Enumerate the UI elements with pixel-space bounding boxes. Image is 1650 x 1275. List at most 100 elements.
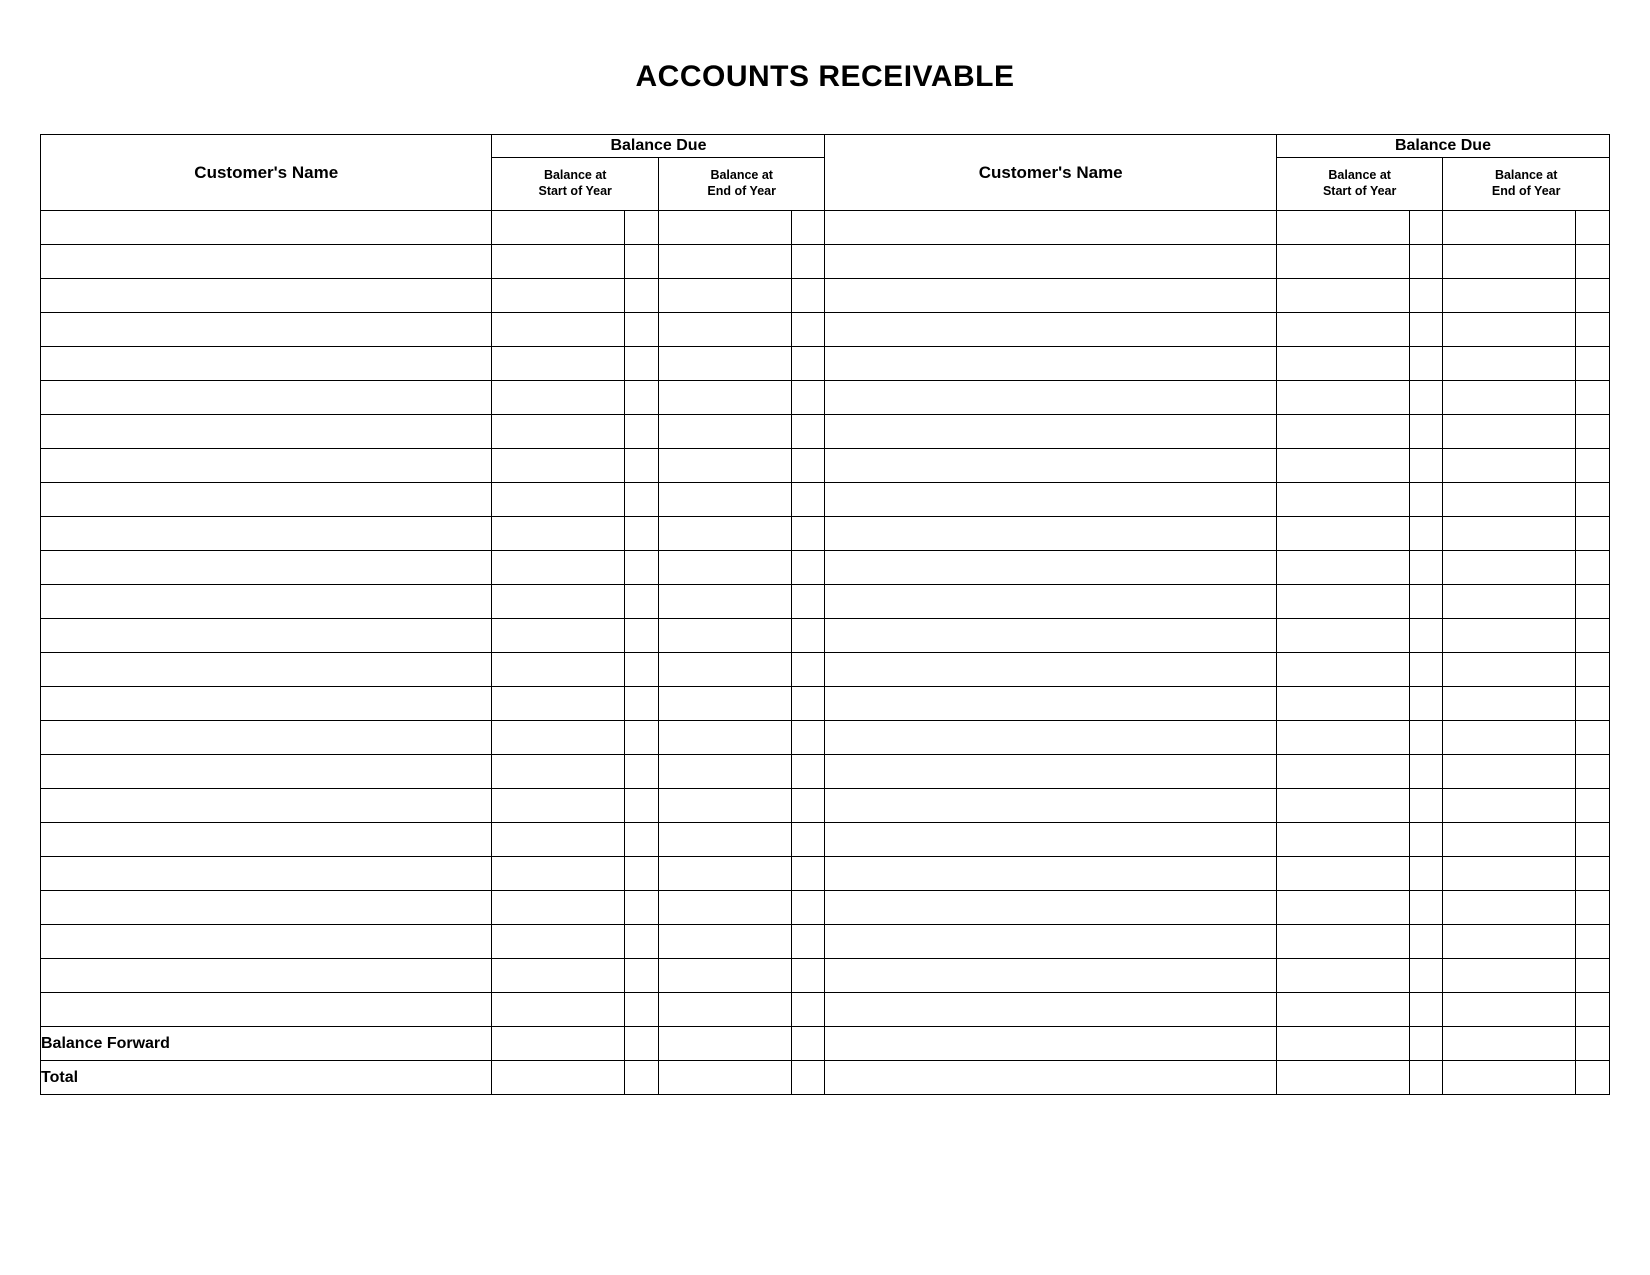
table-cell xyxy=(1443,347,1576,381)
table-cell xyxy=(791,279,825,313)
table-cell xyxy=(492,653,625,687)
table-cell xyxy=(791,245,825,279)
table-cell xyxy=(625,789,659,823)
table-cell xyxy=(658,755,791,789)
table-cell xyxy=(825,415,1276,449)
table-cell xyxy=(1576,687,1610,721)
table-cell xyxy=(825,687,1276,721)
table-cell xyxy=(1276,721,1409,755)
total-end-cents-right xyxy=(1576,1061,1610,1095)
table-cell xyxy=(1409,585,1443,619)
table-cell xyxy=(1409,517,1443,551)
balance-forward-start-cents-right xyxy=(1409,1027,1443,1061)
table-cell xyxy=(1409,347,1443,381)
table-cell xyxy=(1276,483,1409,517)
total-start-amt-right xyxy=(1276,1061,1409,1095)
table-cell xyxy=(492,993,625,1027)
table-cell xyxy=(658,517,791,551)
table-row xyxy=(41,687,1610,721)
page-title: ACCOUNTS RECEIVABLE xyxy=(40,60,1610,94)
table-cell xyxy=(1409,483,1443,517)
col-header-end-line1-r: Balance at xyxy=(1495,168,1558,182)
col-header-start-line2-r: Start of Year xyxy=(1323,184,1396,198)
table-cell xyxy=(1576,347,1610,381)
table-cell xyxy=(492,347,625,381)
col-header-end-right: Balance at End of Year xyxy=(1443,158,1610,211)
table-cell xyxy=(825,891,1276,925)
table-cell xyxy=(791,959,825,993)
table-cell xyxy=(791,347,825,381)
table-cell xyxy=(625,381,659,415)
table-cell xyxy=(1576,857,1610,891)
table-cell xyxy=(492,619,625,653)
table-cell xyxy=(1409,211,1443,245)
table-cell xyxy=(492,755,625,789)
table-cell xyxy=(492,823,625,857)
table-cell xyxy=(41,891,492,925)
table-cell xyxy=(1276,925,1409,959)
table-cell xyxy=(1576,721,1610,755)
table-cell xyxy=(1443,721,1576,755)
table-cell xyxy=(791,619,825,653)
table-cell xyxy=(1443,891,1576,925)
table-cell xyxy=(791,687,825,721)
col-header-start-left: Balance at Start of Year xyxy=(492,158,658,211)
table-cell xyxy=(1409,279,1443,313)
table-cell xyxy=(1276,823,1409,857)
table-row xyxy=(41,313,1610,347)
table-cell xyxy=(492,585,625,619)
balance-forward-end-cents-left xyxy=(791,1027,825,1061)
table-cell xyxy=(1443,211,1576,245)
table-cell xyxy=(41,551,492,585)
table-cell xyxy=(825,789,1276,823)
table-cell xyxy=(1276,517,1409,551)
table-row xyxy=(41,211,1610,245)
table-cell xyxy=(825,619,1276,653)
table-cell xyxy=(658,789,791,823)
table-cell xyxy=(1576,993,1610,1027)
table-cell xyxy=(41,381,492,415)
table-cell xyxy=(1443,823,1576,857)
table-cell xyxy=(1409,721,1443,755)
table-row xyxy=(41,959,1610,993)
table-cell xyxy=(1276,313,1409,347)
col-header-balance-due-right: Balance Due xyxy=(1276,135,1609,158)
balance-forward-start-cents-left xyxy=(625,1027,659,1061)
table-cell xyxy=(1576,245,1610,279)
label-balance-forward: Balance Forward xyxy=(41,1027,492,1061)
table-cell xyxy=(658,449,791,483)
table-cell xyxy=(1443,551,1576,585)
table-cell xyxy=(825,517,1276,551)
table-cell xyxy=(791,925,825,959)
table-cell xyxy=(1443,925,1576,959)
table-cell xyxy=(658,279,791,313)
table-cell xyxy=(658,857,791,891)
table-cell xyxy=(1276,959,1409,993)
col-header-start-line1-r: Balance at xyxy=(1328,168,1391,182)
table-cell xyxy=(1443,857,1576,891)
table-cell xyxy=(41,789,492,823)
table-cell xyxy=(625,823,659,857)
table-cell xyxy=(791,381,825,415)
table-cell xyxy=(658,347,791,381)
table-cell xyxy=(658,415,791,449)
table-cell xyxy=(1276,857,1409,891)
table-cell xyxy=(658,959,791,993)
table-cell xyxy=(658,925,791,959)
table-cell xyxy=(658,551,791,585)
table-cell xyxy=(791,415,825,449)
table-cell xyxy=(492,483,625,517)
table-cell xyxy=(658,993,791,1027)
table-cell xyxy=(1409,415,1443,449)
table-cell xyxy=(625,619,659,653)
table-cell xyxy=(1276,347,1409,381)
table-cell xyxy=(825,483,1276,517)
table-cell xyxy=(658,891,791,925)
label-total: Total xyxy=(41,1061,492,1095)
table-cell xyxy=(658,313,791,347)
table-cell xyxy=(1576,415,1610,449)
table-cell xyxy=(1576,619,1610,653)
table-cell xyxy=(825,449,1276,483)
table-row xyxy=(41,585,1610,619)
table-cell xyxy=(1443,415,1576,449)
